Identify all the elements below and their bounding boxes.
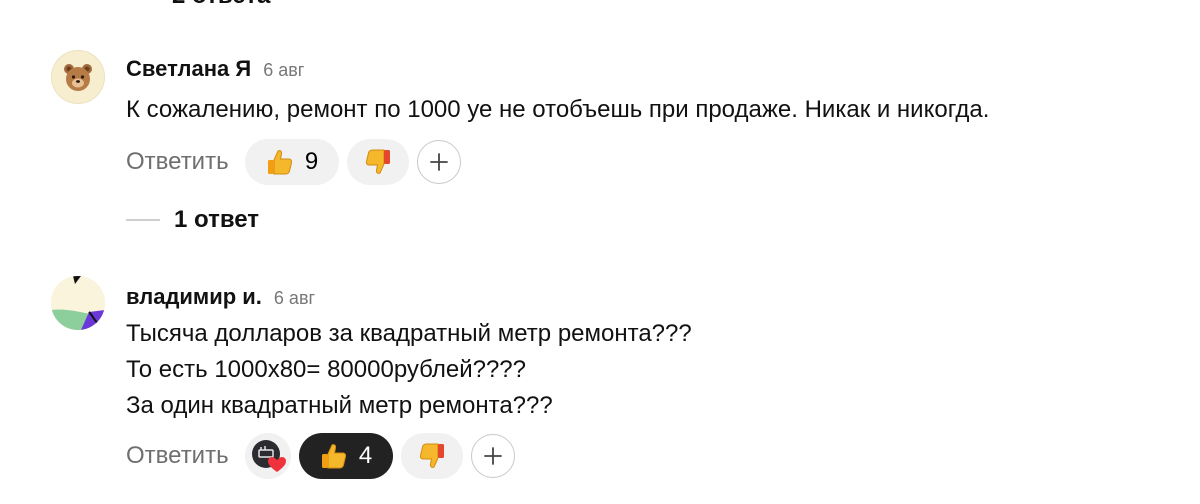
avatar[interactable] <box>51 50 105 104</box>
comment-date: 6 авг <box>263 60 305 80</box>
comment-actions: Ответить 9 <box>126 139 461 185</box>
comment-actions: Ответить 4 <box>126 433 515 479</box>
thumbs-down-icon <box>365 149 390 174</box>
thumbs-down-icon <box>419 443 444 468</box>
previous-replies-toggle[interactable]: 2 ответа <box>172 0 270 10</box>
author-name[interactable]: Светлана Я <box>126 56 251 81</box>
like-count: 9 <box>304 148 319 175</box>
replies-toggle[interactable]: 1 ответ <box>126 206 259 234</box>
comment-line: К сожалению, ремонт по 1000 уе не отобъе… <box>126 96 990 123</box>
divider <box>126 219 160 221</box>
abstract-avatar-icon <box>51 276 105 330</box>
comment-line: То есть 1000х80= 80000рублей???? <box>126 356 526 383</box>
add-reaction-button[interactable] <box>470 434 515 478</box>
comment-line: Тысяча долларов за квадратный метр ремон… <box>126 320 692 347</box>
plus-icon <box>429 153 448 171</box>
like-button[interactable]: 9 <box>244 139 339 185</box>
replies-count[interactable]: 1 ответ <box>174 206 259 234</box>
comment-text: К сожалению, ремонт по 1000 уе не отобъе… <box>126 92 989 128</box>
like-button[interactable]: 4 <box>298 433 393 479</box>
avatar[interactable] <box>51 276 105 330</box>
add-reaction-button[interactable] <box>416 140 461 184</box>
dislike-button[interactable] <box>346 139 409 185</box>
reply-button[interactable]: Ответить <box>126 442 229 470</box>
thumbs-up-icon <box>321 444 347 469</box>
comment-text: Тысяча долларов за квадратный метр ремон… <box>126 316 692 424</box>
reply-button[interactable]: Ответить <box>126 148 229 176</box>
thumbs-up-icon <box>267 150 293 175</box>
comment-date: 6 авг <box>273 288 316 308</box>
comment-author[interactable]: Светлана Я 6 авг <box>126 56 304 82</box>
plus-icon <box>483 447 502 465</box>
reactor-heart-avatar-icon <box>251 440 286 472</box>
comment-author[interactable]: владимир и. 6 авг <box>126 284 315 310</box>
like-count: 4 <box>358 442 373 469</box>
reactor-avatar[interactable] <box>244 433 291 479</box>
dislike-button[interactable] <box>400 433 463 479</box>
bear-emoji-icon <box>64 64 92 91</box>
author-name[interactable]: владимир и. <box>126 284 262 309</box>
comment-line: За один квадратный метр ремонта??? <box>126 392 553 419</box>
